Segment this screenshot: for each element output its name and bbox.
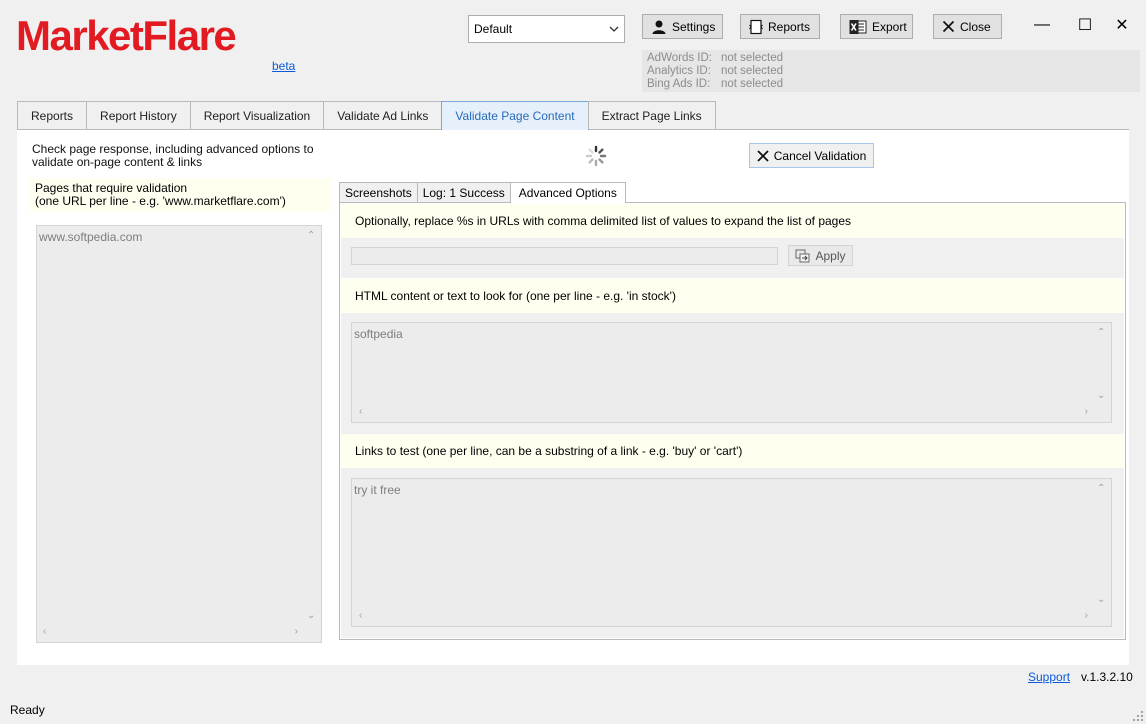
pages-label-hint: (one URL per line - e.g. 'www.marketflar… [35,194,286,208]
settings-button[interactable]: Settings [642,14,723,39]
urls-textarea[interactable]: www.softpedia.com ⌃ ⌄ ‹ › [36,225,322,643]
chevron-down-icon [609,26,619,32]
adwords-id-row: AdWords ID: not selected [647,52,783,65]
maximize-button[interactable]: ☐ [1071,12,1099,38]
close-label: Close [960,19,991,34]
tab-report-visualization[interactable]: Report Visualization [189,101,325,129]
urls-vertical-scrollbar[interactable]: ⌃ ⌄ [303,227,320,624]
links-label: Links to test (one per line, can be a su… [341,434,1124,468]
tab-report-history[interactable]: Report History [86,101,191,129]
adwords-id-label: AdWords ID: [647,52,712,64]
cancel-validation-label: Cancel Validation [773,148,867,163]
urls-textarea-value: www.softpedia.com [39,230,143,244]
links-vertical-scrollbar[interactable]: ⌃ ⌄ [1093,480,1110,608]
resize-grip-icon[interactable] [1132,710,1144,722]
scroll-up-icon[interactable]: ⌃ [1097,327,1105,338]
urls-horizontal-scrollbar[interactable]: ‹ › [38,624,320,641]
version-label: v.1.3.2.10 [1081,670,1133,684]
content-label: HTML content or text to look for (one pe… [341,279,1124,313]
replace-values-input[interactable] [351,247,778,265]
tab-extract-page-links[interactable]: Extract Page Links [587,101,716,129]
minimize-icon: — [1034,16,1050,33]
profile-select[interactable]: Default [468,15,625,43]
close-icon: ✕ [1115,17,1129,34]
maximize-icon: ☐ [1077,17,1093,34]
scroll-up-icon[interactable]: ⌃ [307,230,315,241]
excel-icon [849,19,867,34]
app-logo: MarketFlare [16,12,237,59]
bing-ads-id-label: Bing Ads ID: [647,78,711,90]
status-text: Ready [10,703,45,717]
close-x-icon [757,149,769,162]
bing-ads-id-row: Bing Ads ID: not selected [647,78,783,91]
replace-label: Optionally, replace %s in URLs with comm… [341,204,1124,238]
analytics-id-value: not selected [721,65,784,77]
reports-label: Reports [768,19,811,34]
export-label: Export [872,19,907,34]
analytics-id-row: Analytics ID: not selected [647,65,783,78]
loading-spinner-icon [585,145,607,167]
scroll-left-icon[interactable]: ‹ [359,610,362,621]
tab-screenshots[interactable]: Screenshots [339,182,418,202]
scroll-up-icon[interactable]: ⌃ [1097,483,1105,494]
apply-label: Apply [815,248,846,263]
scroll-down-icon[interactable]: ⌄ [1097,390,1105,401]
support-link[interactable]: Support [1028,670,1070,684]
scroll-right-icon[interactable]: › [1085,610,1088,621]
apply-button[interactable]: Apply [788,245,853,266]
cancel-validation-button[interactable]: Cancel Validation [749,143,874,168]
pages-label: Pages that require validation (one URL p… [29,178,331,212]
scroll-left-icon[interactable]: ‹ [359,406,362,417]
user-icon [652,20,666,34]
export-button[interactable]: Export [840,14,913,39]
tab-validate-ad-links[interactable]: Validate Ad Links [323,101,443,129]
report-icon [749,19,763,34]
inner-tabs: Screenshots Log: 1 Success Advanced Opti… [339,182,626,203]
content-textarea-value: softpedia [354,327,403,341]
tab-reports[interactable]: Reports [17,101,88,129]
bing-ads-id-value: not selected [721,78,784,90]
profile-select-value: Default [474,22,513,36]
scroll-right-icon[interactable]: › [295,626,298,637]
scroll-down-icon[interactable]: ⌄ [1097,594,1105,605]
beta-link[interactable]: beta [272,59,295,73]
close-button[interactable]: Close [933,14,1002,39]
content-horizontal-scrollbar[interactable]: ‹ › [353,404,1110,421]
tab-validate-page-content[interactable]: Validate Page Content [441,101,589,130]
links-textarea[interactable]: try it free ⌃ ⌄ ‹ › [351,478,1112,627]
settings-label: Settings [672,19,716,34]
links-horizontal-scrollbar[interactable]: ‹ › [353,608,1110,625]
scroll-right-icon[interactable]: › [1085,406,1088,417]
adwords-id-value: not selected [721,52,784,64]
content-textarea[interactable]: softpedia ⌃ ⌄ ‹ › [351,322,1112,423]
close-window-button[interactable]: ✕ [1108,12,1136,38]
links-textarea-value: try it free [354,483,401,497]
reports-button[interactable]: Reports [740,14,820,39]
analytics-id-label: Analytics ID: [647,65,711,77]
tab-advanced-options[interactable]: Advanced Options [509,182,626,203]
content-vertical-scrollbar[interactable]: ⌃ ⌄ [1093,324,1110,404]
minimize-button[interactable]: — [1028,12,1056,38]
validation-description: Check page response, including advanced … [32,142,314,169]
close-x-icon [942,20,955,33]
account-ids-panel: AdWords ID: not selected Analytics ID: not… [642,50,1140,92]
tab-log[interactable]: Log: 1 Success [416,182,511,202]
apply-icon [795,249,810,262]
main-tabs: Reports Report History Report Visualizat… [17,101,716,130]
scroll-left-icon[interactable]: ‹ [43,626,46,637]
scroll-down-icon[interactable]: ⌄ [307,610,315,621]
